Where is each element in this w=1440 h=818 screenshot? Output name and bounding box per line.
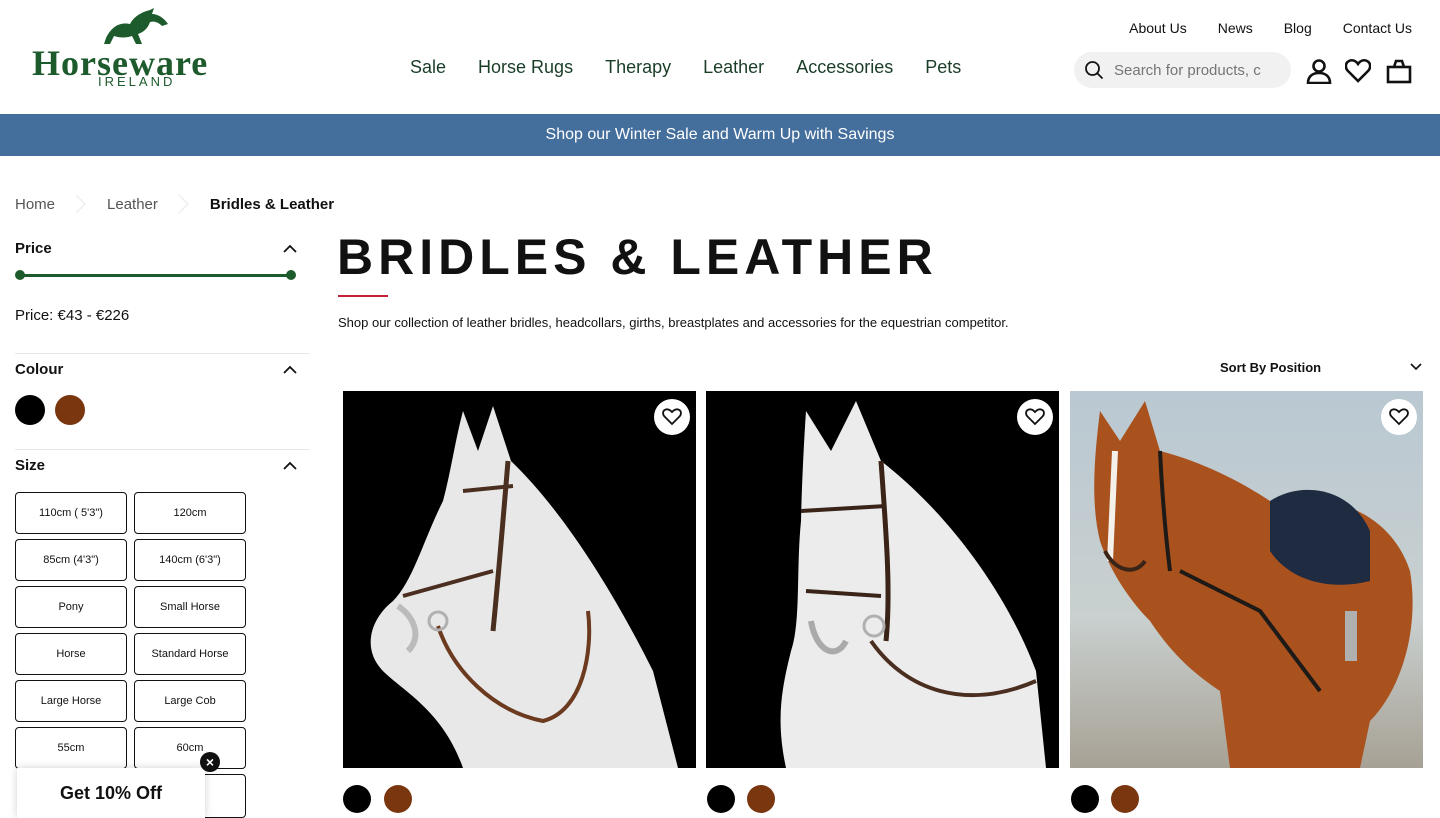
price-filter-title[interactable]: Price: [15, 240, 52, 257]
product-card[interactable]: [706, 391, 1059, 768]
filter-divider: [15, 449, 310, 450]
size-option[interactable]: 60cm: [134, 727, 246, 769]
brand-logo[interactable]: Horseware IRELAND: [32, 8, 237, 90]
promo-text[interactable]: Shop our Winter Sale and Warm Up with Sa…: [546, 126, 895, 144]
page-title: BRIDLES & LEATHER: [337, 229, 938, 285]
sort-dropdown[interactable]: Sort By Position: [1220, 356, 1422, 378]
colour-swatch-black[interactable]: [15, 395, 45, 425]
size-option[interactable]: 120cm: [134, 492, 246, 534]
chevron-up-icon[interactable]: [283, 244, 297, 254]
nav-therapy[interactable]: Therapy: [605, 57, 671, 78]
wishlist-icon[interactable]: [1344, 57, 1372, 85]
product-swatch-brown[interactable]: [747, 785, 775, 813]
size-option[interactable]: Large Cob: [134, 680, 246, 722]
product-swatch-brown[interactable]: [1111, 785, 1139, 813]
product-swatch-black[interactable]: [343, 785, 371, 813]
filter-divider: [15, 353, 310, 354]
toplink-about[interactable]: About Us: [1129, 20, 1187, 36]
size-option[interactable]: Small Horse: [134, 586, 246, 628]
colour-filter-title[interactable]: Colour: [15, 361, 63, 378]
price-range-text: Price: €43 - €226: [15, 307, 130, 324]
sort-label[interactable]: Sort By Position: [1220, 360, 1321, 375]
search-icon[interactable]: [1074, 52, 1114, 88]
nav-accessories[interactable]: Accessories: [796, 57, 893, 78]
breadcrumb: Home Leather Bridles & Leather: [15, 193, 334, 215]
product-card[interactable]: [343, 391, 696, 768]
size-option[interactable]: 140cm (6'3"): [134, 539, 246, 581]
wishlist-icon[interactable]: [1381, 399, 1417, 435]
wishlist-icon[interactable]: [1017, 399, 1053, 435]
nav-leather[interactable]: Leather: [703, 57, 764, 78]
close-icon[interactable]: ×: [200, 752, 220, 772]
bag-icon[interactable]: [1385, 57, 1413, 85]
main-nav: Sale Horse Rugs Therapy Leather Accessor…: [394, 57, 977, 78]
toplink-contact[interactable]: Contact Us: [1343, 20, 1412, 36]
size-option[interactable]: Large Horse: [15, 680, 127, 722]
page-description: Shop our collection of leather bridles, …: [338, 315, 1009, 330]
product-swatch-black[interactable]: [1071, 785, 1099, 813]
brand-subtitle: IRELAND: [98, 74, 176, 89]
size-option[interactable]: 85cm (4'3"): [15, 539, 127, 581]
account-icon[interactable]: [1305, 57, 1333, 85]
size-option[interactable]: 110cm ( 5'3"): [15, 492, 127, 534]
site-header: Horseware IRELAND About Us News Blog Con…: [0, 0, 1440, 114]
chevron-up-icon[interactable]: [283, 365, 297, 375]
price-slider-min-handle[interactable]: [15, 270, 25, 280]
toplink-news[interactable]: News: [1218, 20, 1253, 36]
nav-pets[interactable]: Pets: [925, 57, 961, 78]
promo-banner[interactable]: Shop our Winter Sale and Warm Up with Sa…: [0, 114, 1440, 156]
size-option[interactable]: Horse: [15, 633, 127, 675]
toplink-blog[interactable]: Blog: [1284, 20, 1312, 36]
search-input[interactable]: [1114, 61, 1274, 79]
product-swatch-brown[interactable]: [384, 785, 412, 813]
chevron-right-icon: [178, 194, 189, 214]
wishlist-icon[interactable]: [654, 399, 690, 435]
product-swatch-black[interactable]: [707, 785, 735, 813]
product-card[interactable]: [1070, 391, 1423, 768]
title-underline: [338, 295, 388, 297]
colour-swatch-brown[interactable]: [55, 395, 85, 425]
breadcrumb-leather[interactable]: Leather: [107, 196, 158, 213]
product-image[interactable]: [343, 391, 696, 768]
search-box[interactable]: [1074, 52, 1291, 88]
price-slider-track[interactable]: [20, 274, 292, 277]
discount-popup-label[interactable]: Get 10% Off: [60, 783, 162, 804]
product-image[interactable]: [706, 391, 1059, 768]
discount-popup[interactable]: Get 10% Off: [17, 768, 205, 818]
breadcrumb-home[interactable]: Home: [15, 196, 55, 213]
nav-horse-rugs[interactable]: Horse Rugs: [478, 57, 573, 78]
chevron-up-icon[interactable]: [283, 461, 297, 471]
nav-sale[interactable]: Sale: [410, 57, 446, 78]
size-option[interactable]: Standard Horse: [134, 633, 246, 675]
chevron-right-icon: [75, 194, 87, 214]
size-filter-title[interactable]: Size: [15, 457, 45, 474]
size-option[interactable]: Pony: [15, 586, 127, 628]
chevron-down-icon[interactable]: [1410, 363, 1422, 371]
breadcrumb-current: Bridles & Leather: [209, 195, 335, 213]
utility-nav: About Us News Blog Contact Us: [1098, 20, 1412, 36]
price-slider-max-handle[interactable]: [286, 270, 296, 280]
size-option[interactable]: 55cm: [15, 727, 127, 769]
product-image[interactable]: [1070, 391, 1423, 768]
